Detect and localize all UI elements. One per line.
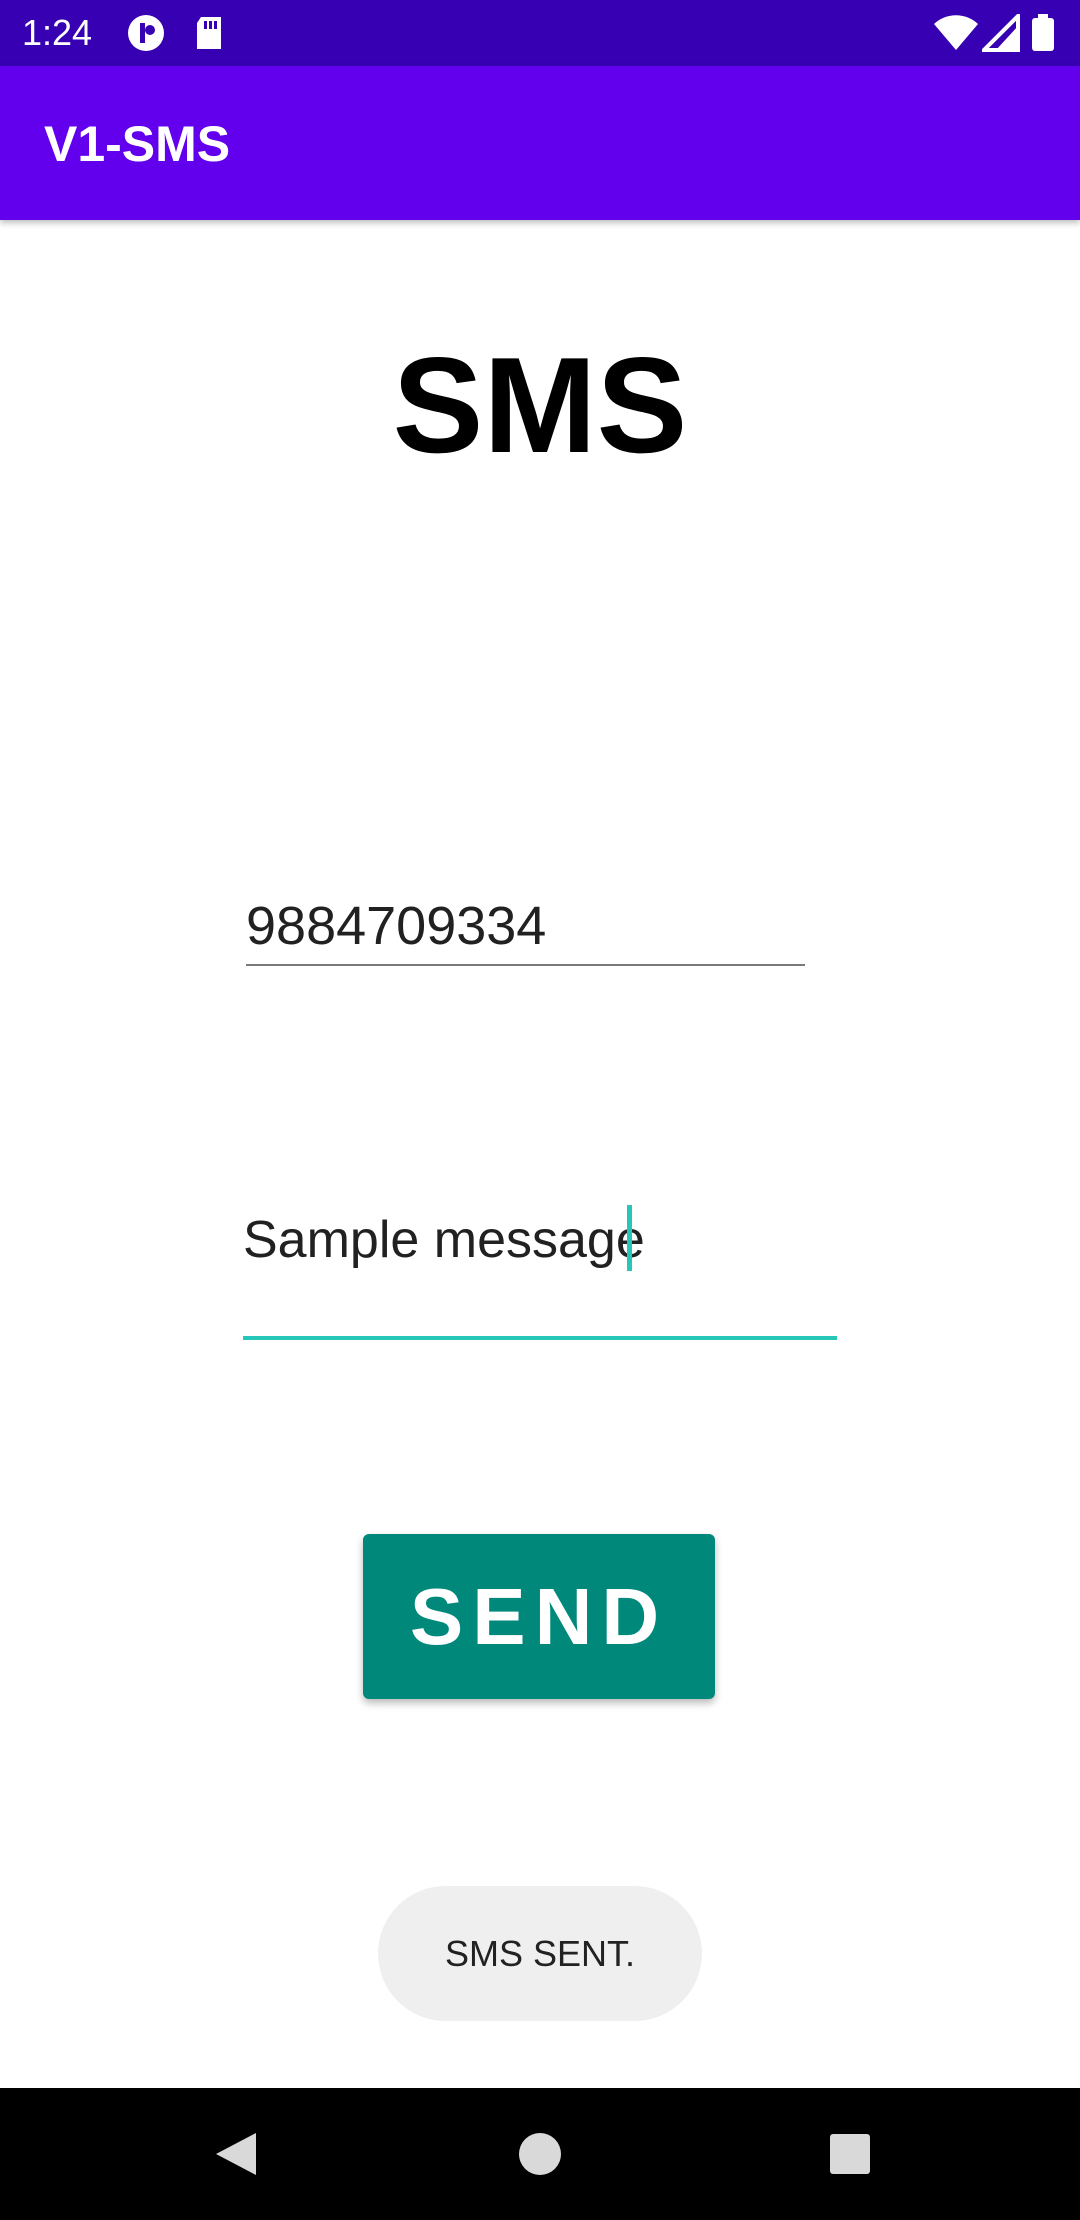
text-cursor (627, 1205, 632, 1271)
status-time: 1:24 (22, 12, 93, 53)
status-bar: 1:24 (0, 0, 1080, 66)
toast-message: SMS SENT. (378, 1886, 702, 2021)
home-icon[interactable] (494, 2108, 586, 2200)
phone-number-input[interactable] (246, 888, 805, 966)
cellular-signal-icon (979, 11, 1020, 52)
app-title: V1-SMS (44, 116, 231, 172)
page-title: SMS (392, 329, 688, 481)
sd-card-icon (190, 14, 228, 52)
wifi-icon (934, 14, 978, 52)
send-button[interactable]: SEND (363, 1534, 715, 1699)
message-input[interactable] (243, 1196, 837, 1340)
app-bar: V1-SMS (0, 66, 1080, 220)
navigation-bar (0, 2088, 1080, 2220)
recents-icon[interactable] (804, 2108, 896, 2200)
notification-icon (127, 14, 165, 52)
battery-icon (1030, 14, 1056, 52)
back-icon[interactable] (193, 2108, 285, 2200)
